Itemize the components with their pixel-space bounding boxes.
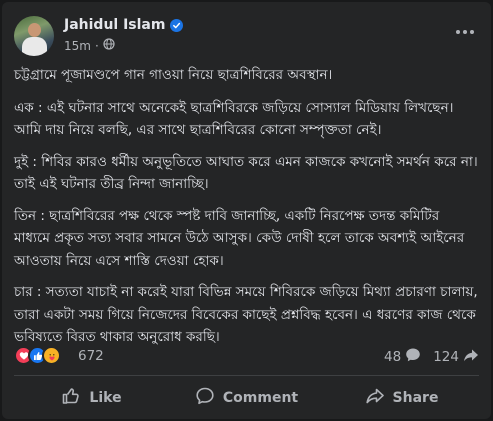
comment-count-link[interactable]: 48 xyxy=(384,347,421,367)
care-reaction-icon xyxy=(42,346,61,365)
share-icon xyxy=(365,386,385,410)
post-paragraph-1: এক : এই ঘটনার সাথে অনেকেই ছাত্রশিবিরকে জ… xyxy=(14,99,454,139)
actions-divider xyxy=(14,375,479,376)
post-body: চট্টগ্রামে পূজামণ্ডপে গান গাওয়া নিয়ে ছ… xyxy=(14,64,479,358)
post-timestamp[interactable]: 15m xyxy=(64,39,91,53)
post-card: Jahidul Islam 15m · চট্টগ্রামে পূজামণ্ডপ… xyxy=(2,2,491,419)
share-arrow-icon xyxy=(463,347,479,367)
post-header: Jahidul Islam 15m · xyxy=(14,16,479,58)
reactions-bar: 672 48 124 xyxy=(14,346,479,366)
more-options-icon[interactable] xyxy=(453,22,477,42)
author-name[interactable]: Jahidul Islam xyxy=(64,17,165,33)
like-icon xyxy=(61,386,81,410)
comment-label: Comment xyxy=(222,390,299,406)
comment-bubble-icon xyxy=(405,347,421,367)
reaction-count[interactable]: 672 xyxy=(78,348,104,364)
post-paragraph-3: তিন : ছাত্রশিবিরের পক্ষ থেকে স্পষ্ট দাবি… xyxy=(14,207,465,269)
share-count: 124 xyxy=(433,349,459,365)
post-paragraph-2: দুই : শিবির কারও ধর্মীয় অনুভূতিতে আঘাত … xyxy=(14,153,478,193)
like-button[interactable]: Like xyxy=(14,380,169,416)
verified-badge-icon xyxy=(170,18,184,32)
post-paragraph-4: চার : সত্যতা যাচাই না করেই যারা বিভিন্ন … xyxy=(14,284,478,345)
share-label: Share xyxy=(392,390,439,406)
comment-button[interactable]: Comment xyxy=(169,380,324,416)
comment-count: 48 xyxy=(384,349,402,365)
share-count-link[interactable]: 124 xyxy=(433,347,479,367)
like-label: Like xyxy=(89,390,122,406)
globe-icon[interactable] xyxy=(103,38,115,53)
reaction-icons[interactable] xyxy=(14,346,61,366)
post-heading: চট্টগ্রামে পূজামণ্ডপে গান গাওয়া নিয়ে ছ… xyxy=(14,67,333,83)
share-button[interactable]: Share xyxy=(324,380,479,416)
author-avatar[interactable] xyxy=(14,16,54,56)
post-actions: Like Comment Share xyxy=(14,380,479,416)
meta-separator: · xyxy=(94,38,99,53)
comment-icon xyxy=(195,386,215,410)
